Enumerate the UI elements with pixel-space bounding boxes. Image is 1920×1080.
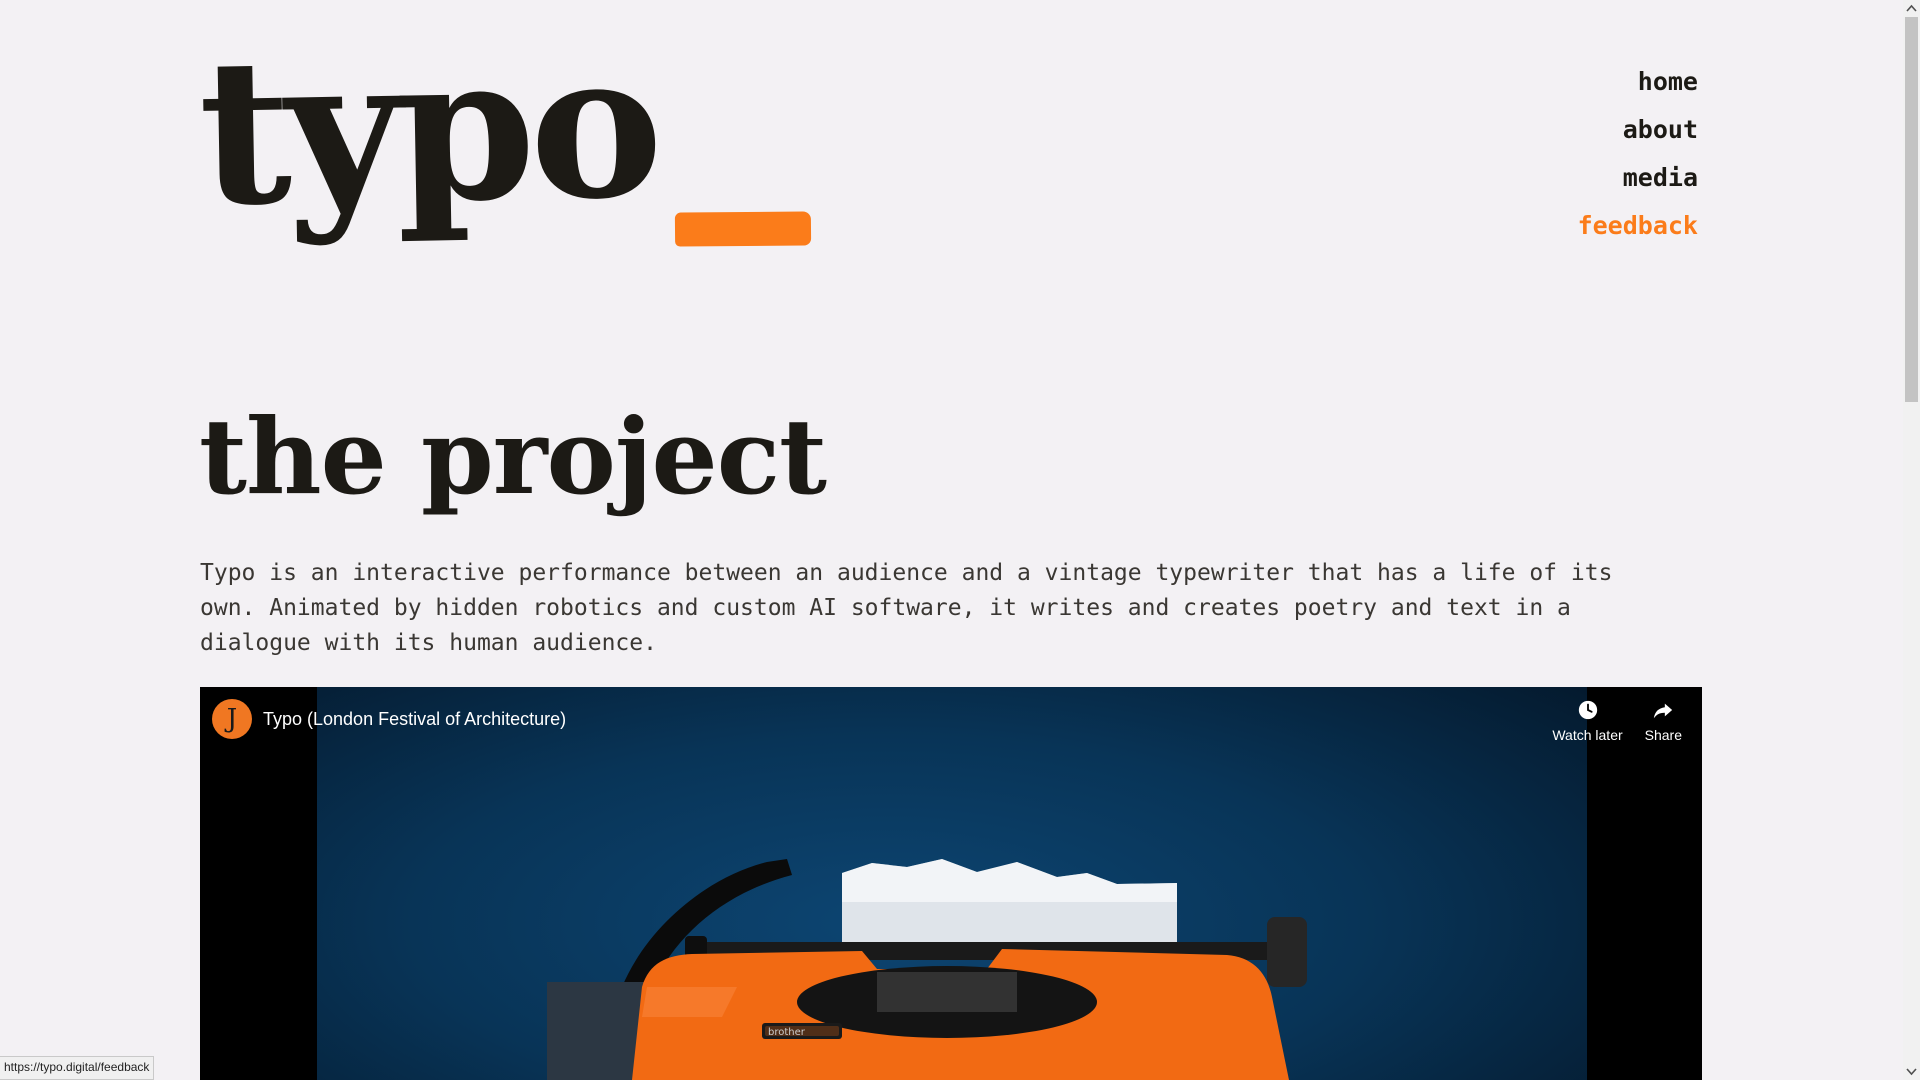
typewriter-brand-label: brother — [768, 1027, 806, 1038]
clock-icon — [1578, 700, 1597, 720]
logo-wordmark: typo — [196, 8, 659, 251]
video-title[interactable]: Typo (London Festival of Architecture) — [263, 709, 566, 730]
scrollbar-thumb[interactable] — [1905, 17, 1918, 402]
project-intro: Typo is an interactive performance betwe… — [200, 560, 1613, 656]
video-embed[interactable]: brother J Typo (London Festival of Archi… — [200, 687, 1702, 1080]
nav-link-media[interactable]: media — [1578, 154, 1698, 202]
watch-later-button[interactable]: Watch later — [1552, 699, 1623, 743]
main-nav: home about media feedback — [1578, 58, 1698, 250]
share-label: Share — [1644, 727, 1682, 743]
watch-later-label: Watch later — [1552, 727, 1623, 743]
video-header: J Typo (London Festival of Architecture) — [212, 699, 566, 739]
share-button[interactable]: Share — [1645, 699, 1682, 743]
browser-status-url: https://typo.digital/feedback — [0, 1056, 155, 1080]
section-title: the project — [199, 395, 827, 518]
typewriter-image: brother — [547, 859, 1307, 1080]
nav-link-home[interactable]: home — [1578, 58, 1698, 106]
page-scrollbar[interactable] — [1903, 0, 1920, 1080]
nav-link-about[interactable]: about — [1578, 106, 1698, 154]
share-arrow-icon — [1654, 703, 1673, 719]
scroll-up-arrow-icon[interactable] — [1903, 0, 1920, 17]
logo-cursor-underscore — [674, 211, 812, 247]
scroll-down-arrow-icon[interactable] — [1903, 1063, 1920, 1080]
nav-link-feedback[interactable]: feedback — [1578, 202, 1698, 250]
site-logo[interactable]: typo — [197, 8, 839, 270]
video-actions: Watch later Share — [1552, 699, 1682, 743]
channel-avatar[interactable]: J — [212, 699, 252, 739]
